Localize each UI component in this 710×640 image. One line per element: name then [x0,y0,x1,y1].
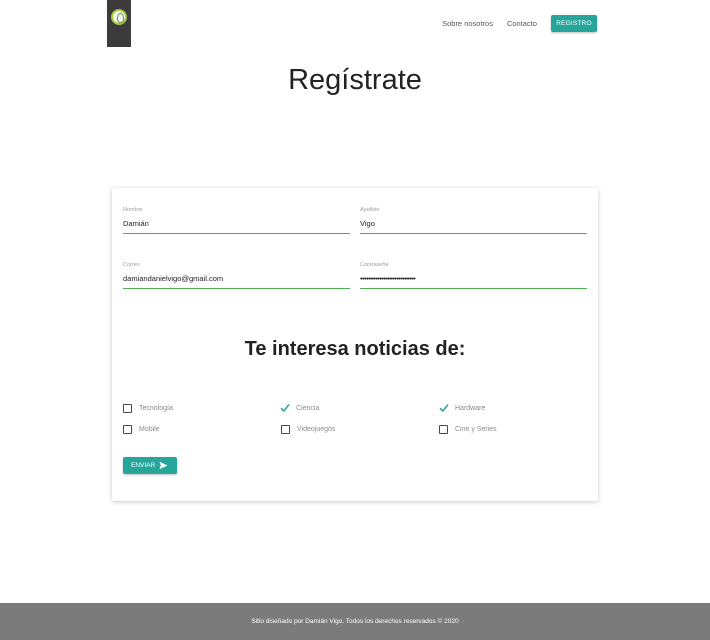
email-underline [123,288,350,289]
email-label: Correo [123,262,140,268]
send-icon [159,461,168,470]
checkbox-label: Mobile [139,425,160,433]
interests-title: Te interesa noticias de: [244,338,466,360]
checkbox-cine-series[interactable]: Cine y Series [439,424,497,434]
password-underline [360,288,587,289]
checkbox-label: Hardware [455,404,486,412]
unchecked-box-icon [123,424,132,434]
page-title: Regístrate [288,64,422,96]
first-name-underline [123,233,350,234]
last-name-label: Apellido [360,207,380,213]
password-label: Contraseña [360,262,389,268]
unchecked-box-icon [439,424,448,434]
checkmark-icon [280,404,290,413]
checkbox-label: Ciencia [296,404,320,412]
top-navigation: Sobre nosotros Contacto REGISTRO [442,15,597,32]
site-footer: Sitio diseñado por Damián Vigo. Todos lo… [0,603,710,640]
last-name-underline [360,233,587,234]
nav-link-contact[interactable]: Contacto [507,19,537,28]
checkbox-ciencia[interactable]: Ciencia [280,403,319,413]
email-input[interactable]: damiandanielvigo@gmail.com [123,274,223,283]
checkbox-label: Cine y Series [455,425,497,433]
last-name-input[interactable]: Vigo [360,219,375,228]
registration-card: Nombre Damián Apellido Vigo Correo damia… [112,188,598,501]
submit-button[interactable]: ENVIAR [123,457,177,474]
site-logo[interactable] [107,0,131,47]
unchecked-box-icon [281,424,290,434]
submit-label: ENVIAR [131,462,156,469]
nav-link-about[interactable]: Sobre nosotros [442,19,493,28]
first-name-label: Nombre [123,207,143,213]
register-button[interactable]: REGISTRO [551,15,597,32]
unchecked-box-icon [123,403,132,413]
checkbox-hardware[interactable]: Hardware [439,403,485,413]
checkbox-mobile[interactable]: Mobile [123,424,160,434]
password-input[interactable]: •••••••••••••••••••••••••• [360,274,416,283]
footer-text: Sitio diseñado por Damián Vigo. Todos lo… [251,618,459,625]
checkbox-videojuegos[interactable]: Videojuegos [281,424,335,434]
checkbox-label: Videojuegos [297,425,336,433]
checkmark-icon [439,404,449,413]
checkbox-label: Tecnología [139,404,173,412]
leaf-logo-icon [111,9,127,25]
first-name-input[interactable]: Damián [123,219,149,228]
checkbox-tecnologia[interactable]: Tecnología [123,403,173,413]
